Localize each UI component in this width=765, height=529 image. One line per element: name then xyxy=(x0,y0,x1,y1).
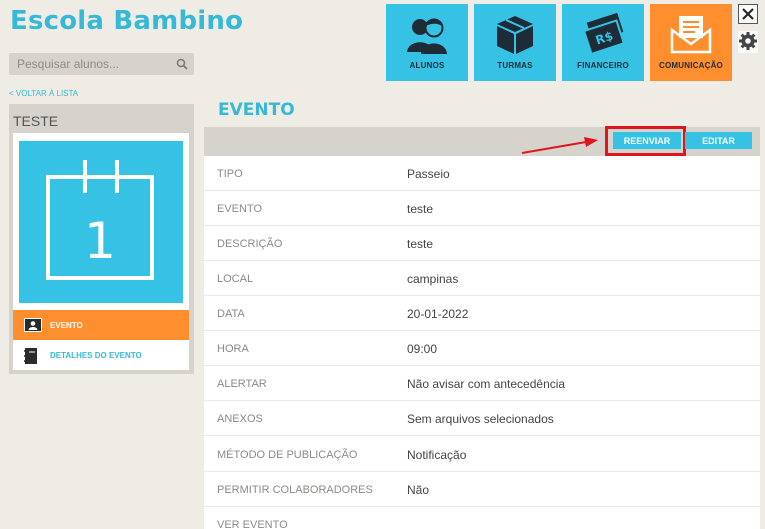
nav-label: TURMAS xyxy=(497,61,533,70)
detail-key: TIPO xyxy=(217,168,243,180)
detail-key: MÉTODO DE PUBLICAÇÃO xyxy=(217,449,358,461)
detail-value: teste xyxy=(407,202,434,216)
gear-icon xyxy=(739,32,757,50)
detail-row: HORA 09:00 xyxy=(204,331,760,366)
detail-value: Não xyxy=(407,483,430,497)
money-icon: R$ xyxy=(582,12,626,56)
envelope-icon xyxy=(670,16,712,54)
back-to-list-link[interactable]: < VOLTAR À LISTA xyxy=(9,89,78,98)
nav-tile-comunicacao[interactable]: COMUNICAÇÃO xyxy=(650,4,732,81)
search-box xyxy=(9,53,194,75)
sidebar-item-detalhes[interactable]: DETALHES DO EVENTO xyxy=(13,340,189,370)
close-button[interactable] xyxy=(738,4,758,24)
detail-key: ALERTAR xyxy=(217,378,267,390)
detail-row: DESCRIÇÃO teste xyxy=(204,226,760,261)
detail-key: HORA xyxy=(217,343,249,355)
sidebar-item-label: EVENTO xyxy=(50,321,83,330)
detail-row: TIPO Passeio xyxy=(204,156,760,191)
sidebar-item-label: DETALHES DO EVENTO xyxy=(50,351,142,360)
students-icon xyxy=(407,18,447,54)
detail-key: ANEXOS xyxy=(217,413,263,425)
detail-row: ANEXOS Sem arquivos selecionados xyxy=(204,401,760,436)
detail-value: Não avisar com antecedência xyxy=(407,377,566,391)
nav-tile-financeiro[interactable]: R$ FINANCEIRO xyxy=(562,4,644,81)
detail-value: 09:00 xyxy=(407,342,438,356)
detail-value: Sem arquivos selecionados xyxy=(407,412,554,426)
detail-row: VER EVENTO xyxy=(204,507,760,529)
settings-button[interactable] xyxy=(738,31,758,53)
edit-button[interactable]: EDITAR xyxy=(685,132,752,149)
id-card-icon xyxy=(24,318,42,332)
close-icon xyxy=(742,8,754,20)
detail-row: DATA 20-01-2022 xyxy=(204,296,760,331)
detail-row: MÉTODO DE PUBLICAÇÃO Notificação xyxy=(204,437,760,472)
action-toolbar: REENVIAR EDITAR xyxy=(204,126,760,156)
detail-row: LOCAL campinas xyxy=(204,261,760,296)
event-details: TIPO Passeio EVENTO teste DESCRIÇÃO test… xyxy=(204,156,760,529)
box-icon xyxy=(497,16,533,54)
calendar-day: 1 xyxy=(84,212,116,270)
detail-key: LOCAL xyxy=(217,273,254,285)
sidebar-item-evento[interactable]: EVENTO xyxy=(13,310,189,340)
detail-row: EVENTO teste xyxy=(204,191,760,226)
detail-value: teste xyxy=(407,237,434,251)
search-input[interactable] xyxy=(9,53,169,75)
event-sidebar: TESTE 1 EVENTO DETALHES DO EVENTO xyxy=(9,104,194,374)
calendar-icon: 1 xyxy=(46,160,154,280)
detail-row: PERMITIR COLABORADORES Não xyxy=(204,472,760,507)
search-icon[interactable] xyxy=(176,57,188,75)
detail-key: PERMITIR COLABORADORES xyxy=(217,484,373,496)
annotation-arrow xyxy=(521,137,598,154)
event-image: 1 xyxy=(19,141,183,303)
detail-value: 20-01-2022 xyxy=(407,307,469,321)
detail-value: campinas xyxy=(407,272,459,286)
detail-value: Notificação xyxy=(407,448,467,462)
detail-row: ALERTAR Não avisar com antecedência xyxy=(204,366,760,401)
event-card: 1 EVENTO DETALHES DO EVENTO xyxy=(13,133,189,370)
detail-key: DESCRIÇÃO xyxy=(217,238,283,250)
nav-tile-alunos[interactable]: ALUNOS xyxy=(386,4,468,81)
detail-value: Passeio xyxy=(407,167,450,181)
nav-label: COMUNICAÇÃO xyxy=(659,61,723,70)
detail-key: VER EVENTO xyxy=(217,519,288,529)
app-title: Escola Bambino xyxy=(10,6,244,36)
nav-label: ALUNOS xyxy=(409,61,445,70)
event-name: TESTE xyxy=(13,113,59,129)
detail-key: DATA xyxy=(217,308,245,320)
resend-button[interactable]: REENVIAR xyxy=(613,132,681,149)
nav-tile-turmas[interactable]: TURMAS xyxy=(474,4,556,81)
notebook-icon xyxy=(24,348,37,364)
nav-label: FINANCEIRO xyxy=(577,61,629,70)
detail-key: EVENTO xyxy=(217,203,263,215)
section-title: EVENTO xyxy=(218,100,295,120)
